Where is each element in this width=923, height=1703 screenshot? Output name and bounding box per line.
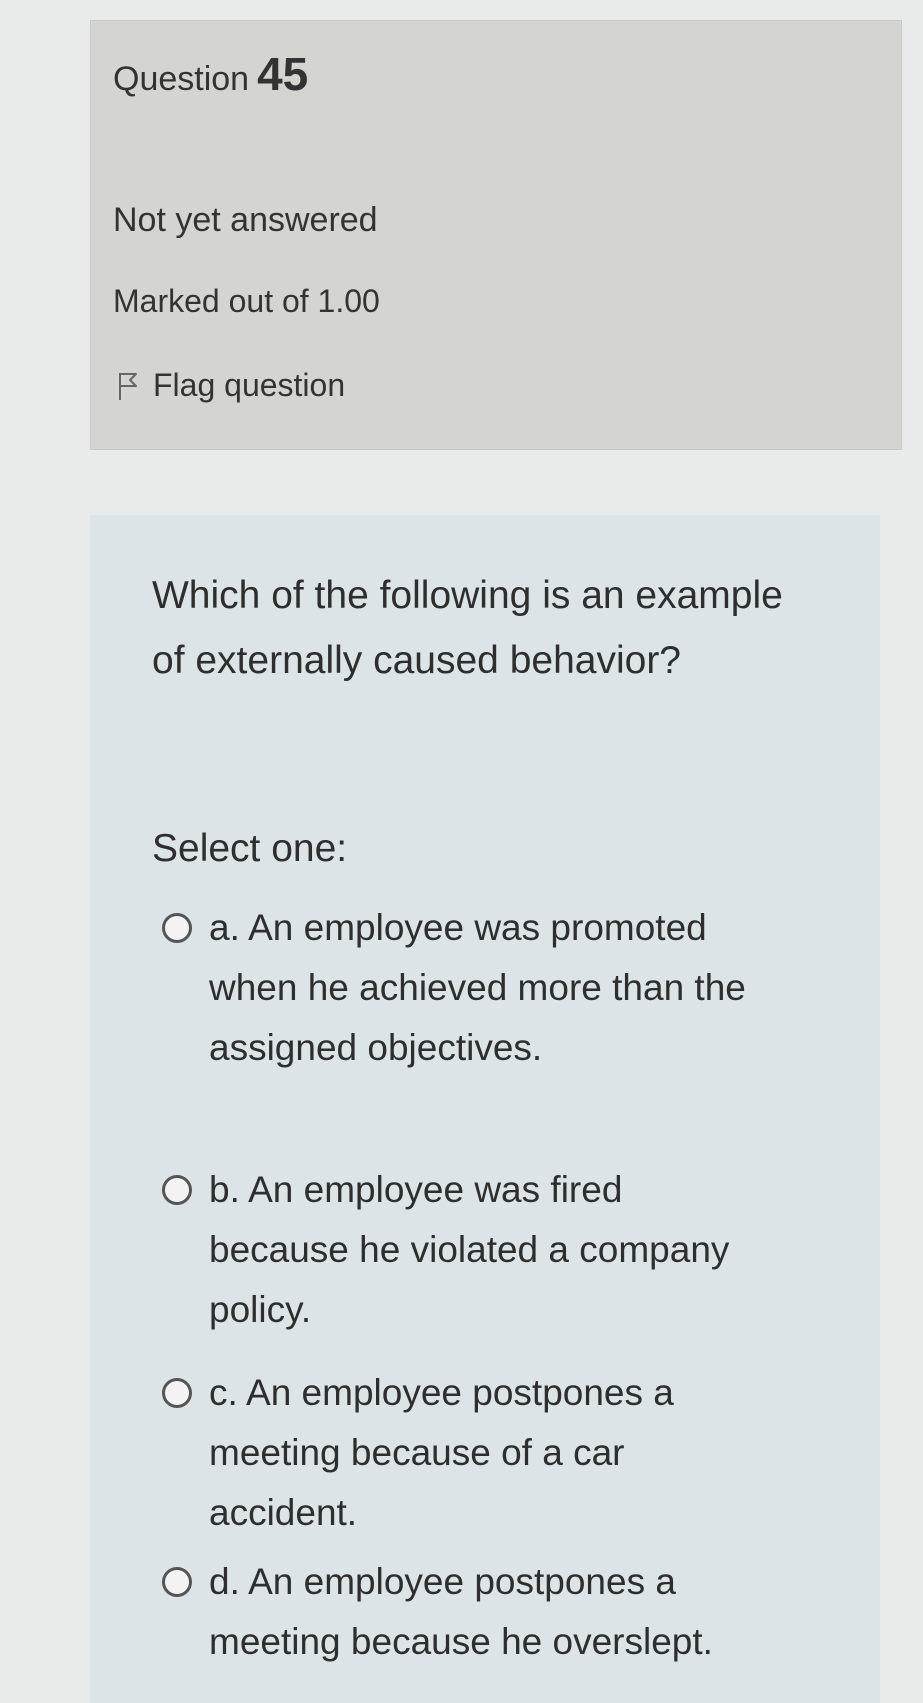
flag-icon [119, 372, 137, 400]
radio-unchecked-icon[interactable] [162, 913, 192, 943]
answer-option-c[interactable]: c. An employee postpones a meeting becau… [162, 1363, 802, 1543]
question-label: Question [113, 60, 250, 98]
answer-option-b[interactable]: b. An employee was fired because he viol… [162, 1160, 802, 1340]
answer-option-d[interactable]: d. An employee postpones a meeting becau… [162, 1552, 802, 1672]
radio-unchecked-icon[interactable] [162, 1378, 192, 1408]
question-info-panel: Question 45 Not yet answered Marked out o… [90, 20, 902, 450]
question-number: 45 [257, 48, 309, 100]
question-content-panel: Which of the following is an example of … [90, 515, 880, 1703]
radio-unchecked-icon[interactable] [162, 1175, 192, 1205]
question-title: Question 45 [113, 47, 308, 101]
answer-option-a[interactable]: a. An employee was promoted when he achi… [162, 898, 802, 1078]
answer-option-c-label[interactable]: c. An employee postpones a meeting becau… [209, 1363, 749, 1543]
radio-unchecked-icon[interactable] [162, 1567, 192, 1597]
answer-option-d-label[interactable]: d. An employee postpones a meeting becau… [209, 1552, 749, 1672]
flag-question-link[interactable]: Flag question [113, 367, 345, 404]
select-one-prompt: Select one: [152, 827, 348, 870]
question-text: Which of the following is an example of … [152, 574, 783, 682]
answer-option-a-label[interactable]: a. An employee was promoted when he achi… [209, 898, 749, 1078]
question-grade: Marked out of 1.00 [113, 283, 380, 319]
question-state: Not yet answered [113, 201, 378, 239]
flag-question-label: Flag question [153, 367, 346, 403]
answer-option-b-label[interactable]: b. An employee was fired because he viol… [209, 1160, 749, 1340]
